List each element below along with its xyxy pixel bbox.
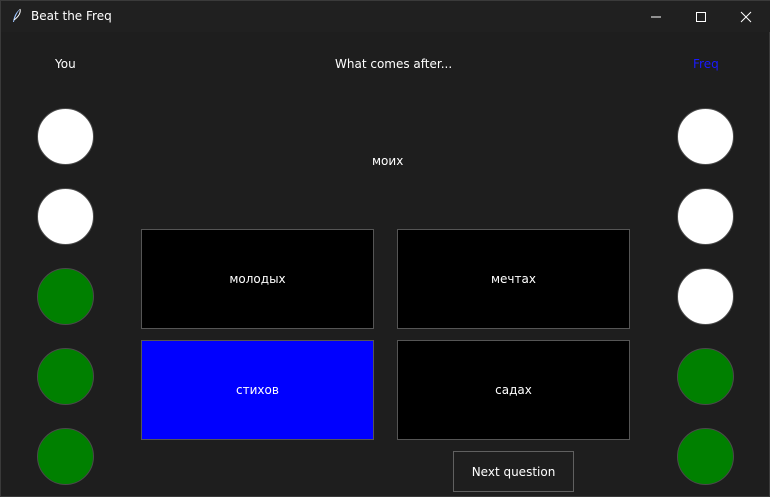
opponent-light-2 [677,188,734,245]
player-light-3 [37,268,94,325]
player-light-4 [37,348,94,405]
minimize-button[interactable] [633,1,679,32]
player-light-2 [37,188,94,245]
player-light-5 [37,428,94,485]
window-title: Beat the Freq [31,9,112,23]
answer-button-1[interactable]: молодых [141,229,374,329]
close-icon [740,11,752,22]
close-button[interactable] [723,1,769,32]
answer-button-4[interactable]: садах [397,340,630,440]
opponent-light-3 [677,268,734,325]
opponent-light-5 [677,428,734,485]
app-window: Beat the Freq You What comes after... Fr… [0,0,770,497]
maximize-icon [696,11,706,22]
answer-button-3[interactable]: стихов [141,340,374,440]
next-question-button[interactable]: Next question [453,451,574,492]
feather-icon [13,8,21,22]
maximize-button[interactable] [678,1,724,32]
opponent-light-4 [677,348,734,405]
minimize-icon [651,16,661,17]
opponent-light-1 [677,108,734,165]
player-label: You [55,57,76,71]
opponent-label: Freq [693,57,719,71]
title-bar[interactable]: Beat the Freq [1,1,770,32]
player-light-1 [37,108,94,165]
prompt-word: моих [372,154,404,168]
answer-button-2[interactable]: мечтах [397,229,630,329]
question-label: What comes after... [335,57,453,71]
